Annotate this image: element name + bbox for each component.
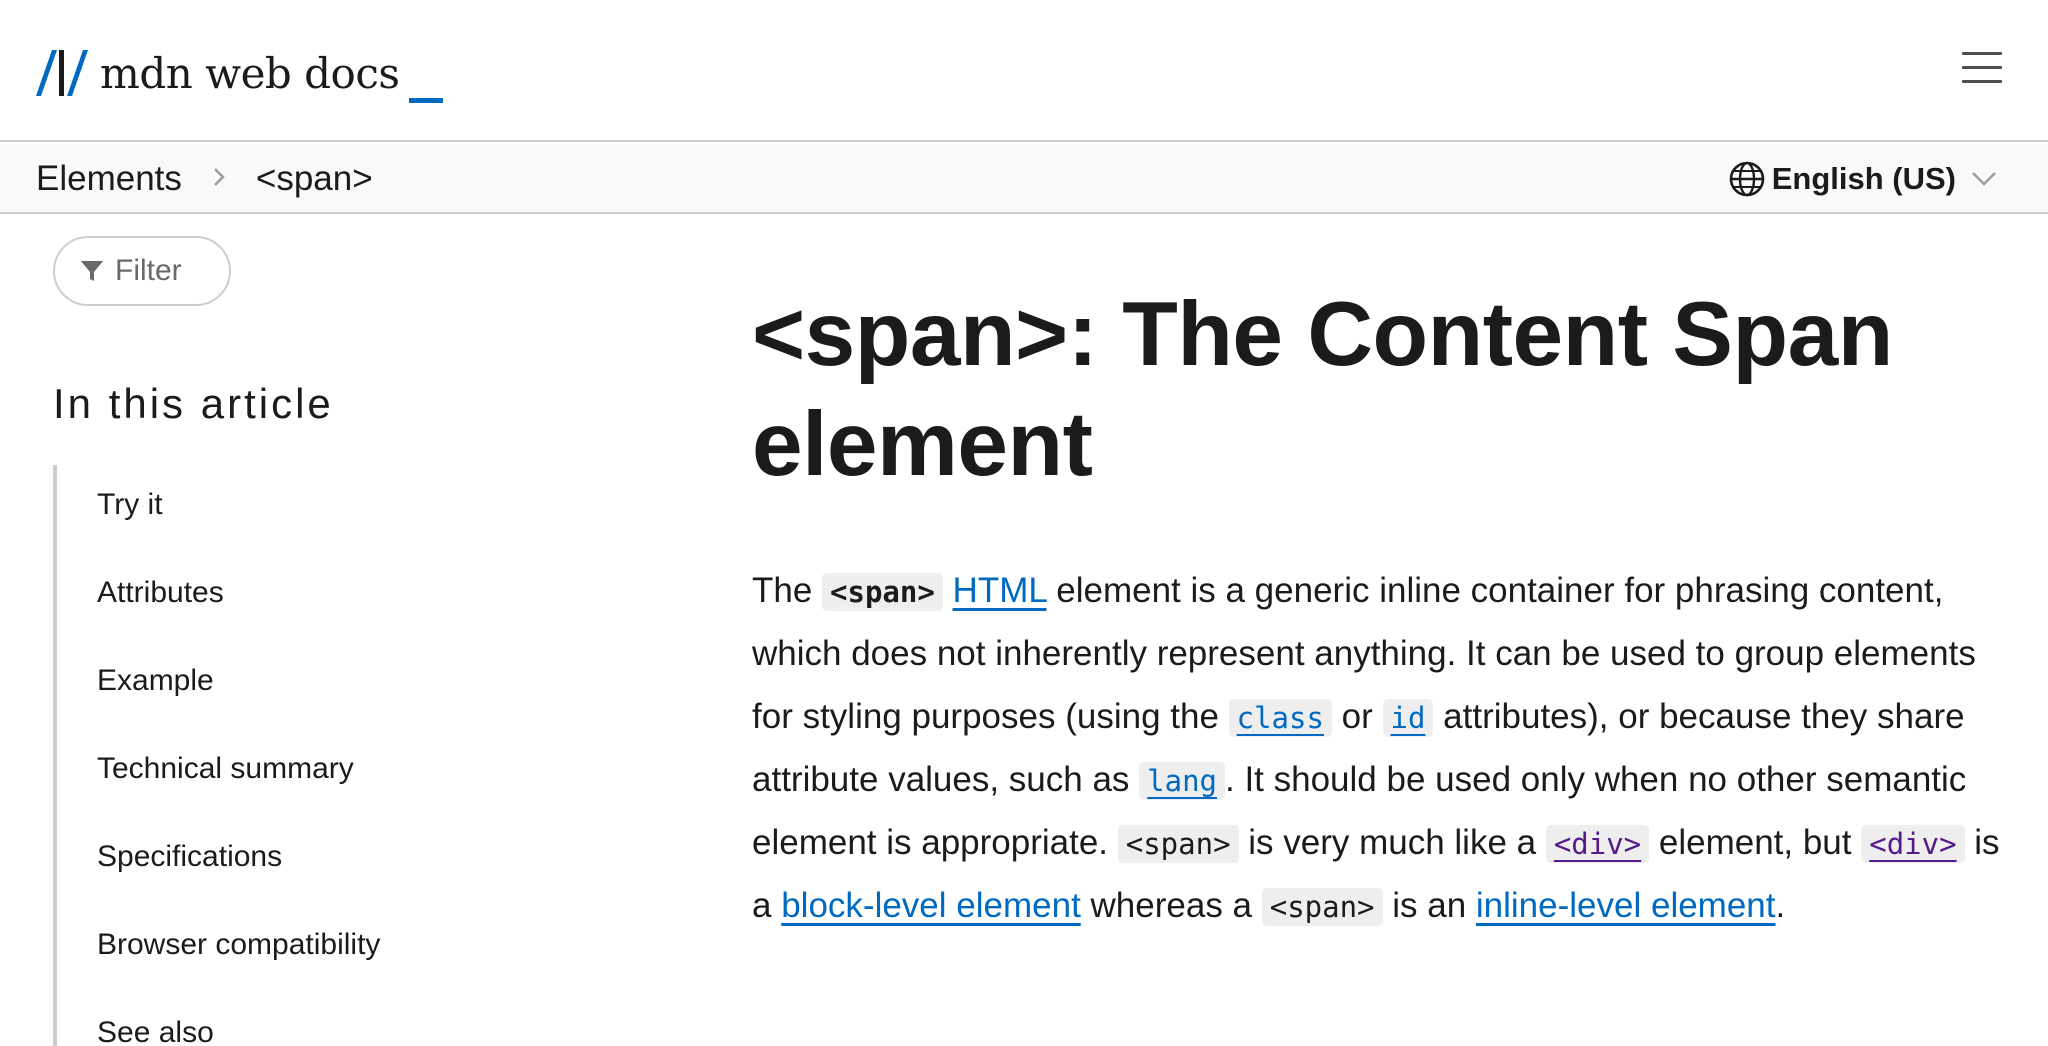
filter-placeholder: Filter	[115, 254, 182, 287]
link-inline-level-element[interactable]: inline-level element	[1476, 886, 1776, 925]
language-switcher[interactable]: English (US)	[1728, 144, 2004, 214]
breadcrumb-elements[interactable]: Elements	[36, 159, 182, 199]
filter-icon	[81, 261, 103, 281]
chevron-right-icon	[212, 162, 226, 196]
link-div-element[interactable]: <div>	[1861, 825, 1965, 864]
text: is an	[1382, 886, 1476, 926]
link-lang-attribute[interactable]: lang	[1139, 761, 1225, 800]
text: .	[1775, 886, 1786, 926]
filter-input[interactable]: Filter	[53, 236, 231, 306]
chevron-down-icon	[1972, 172, 1996, 186]
code-span: <span>	[1261, 888, 1383, 927]
toc-item-browser-compatibility[interactable]: Browser compatibility	[97, 928, 380, 962]
toc-item-specifications[interactable]: Specifications	[97, 840, 282, 874]
link-html[interactable]: HTML	[953, 571, 1047, 610]
language-label: English (US)	[1771, 161, 1956, 196]
logo-text: mdn web docs	[100, 49, 400, 98]
text: whereas a	[1080, 886, 1262, 926]
table-of-contents: Try it Attributes Example Technical summ…	[53, 465, 493, 1046]
toc-item-see-also[interactable]: See also	[97, 1016, 214, 1046]
hamburger-menu-icon[interactable]	[1962, 52, 2002, 86]
mdn-logo[interactable]: mdn web docs	[36, 48, 444, 106]
breadcrumb: Elements <span>	[36, 144, 373, 214]
link-div-element[interactable]: <div>	[1545, 825, 1650, 864]
intro-paragraph: The <span> HTML element is a generic inl…	[752, 560, 2012, 939]
text: or	[1331, 696, 1383, 736]
code-span: <span>	[1117, 825, 1239, 864]
mdn-logo-icon	[36, 50, 88, 96]
code-span: <span>	[822, 573, 943, 611]
link-class-attribute[interactable]: class	[1228, 698, 1332, 737]
toc-item-try-it[interactable]: Try it	[97, 488, 163, 522]
breadcrumb-span[interactable]: <span>	[256, 159, 373, 199]
toc-item-technical-summary[interactable]: Technical summary	[97, 752, 354, 786]
globe-icon	[1729, 161, 1765, 197]
toc-title: In this article	[53, 380, 334, 427]
text: The	[752, 571, 823, 610]
logo-cursor	[409, 98, 444, 103]
link-id-attribute[interactable]: id	[1382, 698, 1434, 737]
text: is very much like a	[1238, 823, 1546, 863]
site-header: mdn web docs	[0, 0, 2048, 142]
toc-item-example[interactable]: Example	[97, 664, 214, 698]
toc-item-attributes[interactable]: Attributes	[97, 576, 224, 610]
link-block-level-element[interactable]: block-level element	[781, 886, 1081, 925]
breadcrumb-bar: Elements <span> English (US)	[0, 144, 2048, 214]
page-title: <span>: The Content Span element	[752, 284, 1893, 495]
text: element, but	[1649, 823, 1862, 863]
